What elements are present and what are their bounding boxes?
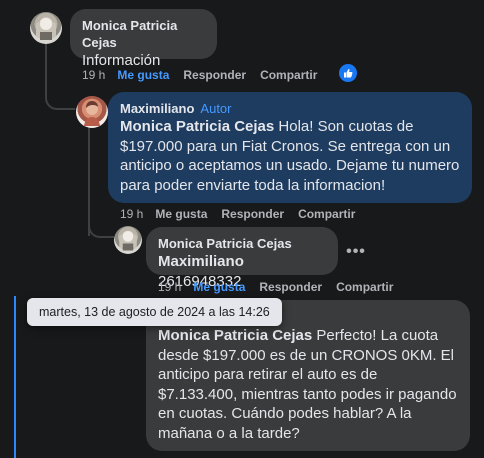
comment-actions: 19 h Me gusta Responder Compartir — [120, 206, 369, 222]
comment-actions: 19 h Me gusta Responder Compartir — [158, 279, 407, 295]
thread-line — [45, 44, 47, 96]
comment-time[interactable]: 19 h — [82, 68, 105, 82]
comment-time[interactable]: 19 h — [158, 280, 181, 294]
like-button[interactable]: Me gusta — [155, 207, 207, 221]
share-button[interactable]: Compartir — [260, 68, 317, 82]
reply-button[interactable]: Responder — [259, 280, 322, 294]
author-badge: Autor — [200, 101, 232, 116]
thumbs-up-icon[interactable] — [339, 64, 357, 82]
share-button[interactable]: Compartir — [298, 207, 355, 221]
comment-actions: 19 h Me gusta Responder Compartir — [82, 67, 331, 83]
comment-bubble: Monica Patricia Cejas Maximiliano 261694… — [146, 227, 338, 290]
avatar[interactable] — [76, 96, 108, 128]
comment-bubble: Monica Patricia Cejas Información — [70, 9, 217, 69]
thread-line — [88, 126, 90, 236]
comment-author[interactable]: Monica Patricia Cejas — [158, 235, 326, 252]
mention-link[interactable]: Maximiliano — [158, 253, 244, 270]
reply-button[interactable]: Responder — [183, 68, 246, 82]
share-button[interactable]: Compartir — [336, 280, 393, 294]
comment-author-line: Maximiliano Autor — [120, 100, 460, 117]
comment-bubble-author: Maximiliano Autor Monica Patricia Cejas H… — [108, 92, 472, 203]
reply-button[interactable]: Responder — [221, 207, 284, 221]
mention-link[interactable]: Monica Patricia Cejas — [120, 118, 274, 135]
avatar[interactable] — [114, 226, 142, 254]
thread-line-curve — [45, 96, 75, 110]
timestamp-tooltip: martes, 13 de agosto de 2024 a las 14:26 — [27, 298, 282, 326]
comment-text: Perfecto! La cuota desde $197.000 es de … — [158, 327, 457, 442]
avatar[interactable] — [30, 12, 62, 44]
comment-author[interactable]: Maximiliano — [120, 101, 194, 116]
more-horizontal-icon[interactable]: ••• — [344, 242, 368, 266]
like-button[interactable]: Me gusta — [193, 280, 245, 294]
thread-line-curve — [88, 224, 114, 238]
comment-author[interactable]: Monica Patricia Cejas — [82, 17, 205, 51]
comment-time[interactable]: 19 h — [120, 207, 143, 221]
like-button[interactable]: Me gusta — [117, 68, 169, 82]
mention-link[interactable]: Monica Patricia Cejas — [158, 327, 312, 344]
comment-highlight-bar — [14, 296, 16, 458]
